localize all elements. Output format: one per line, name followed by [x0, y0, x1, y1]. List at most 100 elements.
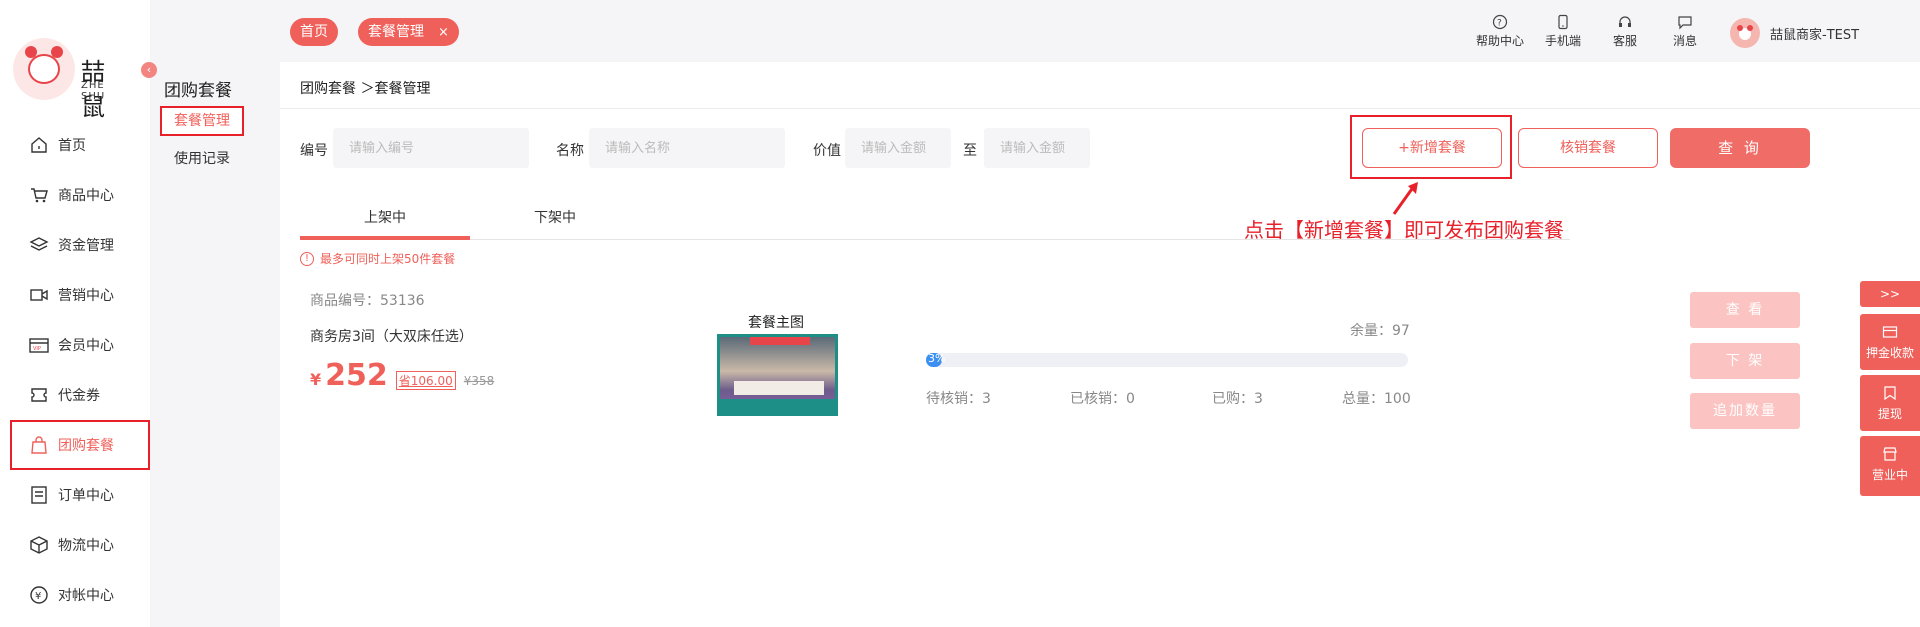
currency-symbol: ¥: [310, 370, 322, 389]
status-tabs: 上架中 下架中: [300, 198, 1570, 240]
sidebar-item-group-buy[interactable]: 团购套餐: [10, 420, 150, 470]
verified-count: 已核销：0: [1070, 391, 1135, 407]
video-icon: [28, 284, 50, 306]
deposit-collection-button[interactable]: 押金收款: [1860, 314, 1920, 370]
order-icon: [28, 484, 50, 506]
sub-sidebar: 团购套餐 套餐管理 使用记录: [150, 0, 280, 627]
tab-off-shelf[interactable]: 下架中: [470, 198, 640, 240]
sidebar-item-label: 营销中心: [58, 288, 114, 304]
headset-icon: [1619, 16, 1631, 27]
svg-text:?: ?: [1497, 19, 1502, 29]
sidebar-item-label: 订单中心: [58, 488, 114, 504]
sidebar-item-home[interactable]: 首页: [0, 120, 150, 170]
sidebar-item-label: 资金管理: [58, 238, 114, 254]
sidebar-item-orders[interactable]: 订单中心: [0, 470, 150, 520]
offshelf-button[interactable]: 下 架: [1690, 343, 1800, 379]
limit-notice: ! 最多可同时上架50件套餐: [300, 250, 455, 267]
tab-label: 首页: [300, 24, 328, 40]
sidebar-item-label: 团购套餐: [58, 438, 114, 454]
search-button[interactable]: 查 询: [1670, 128, 1810, 168]
add-package-button[interactable]: +新增套餐: [1362, 128, 1502, 168]
tool-label: 消息: [1672, 34, 1697, 48]
float-label: 提现: [1877, 407, 1902, 421]
mouse-logo-icon: [13, 38, 75, 100]
cart-icon: [28, 184, 50, 206]
sale-price: 252: [325, 358, 388, 393]
tab-label: 套餐管理: [368, 24, 424, 40]
sidebar-item-members[interactable]: VIP 会员中心: [0, 320, 150, 370]
avatar: [1730, 18, 1760, 48]
yen-icon: ¥: [28, 584, 50, 606]
verify-package-button[interactable]: 核销套餐: [1518, 128, 1658, 168]
mobile-button[interactable]: 手机端: [1538, 14, 1588, 49]
sidebar-item-marketing[interactable]: 营销中心: [0, 270, 150, 320]
tab-on-shelf[interactable]: 上架中: [300, 198, 470, 240]
sidebar-nav: 首页 商品中心 资金管理 营销中心 VIP 会员中心 代金券 团购套餐 订单中心…: [0, 120, 150, 620]
max-value-input[interactable]: [984, 128, 1090, 168]
tab-home[interactable]: 首页: [290, 18, 338, 46]
name-input[interactable]: [589, 128, 785, 168]
float-label: 营业中: [1871, 468, 1908, 482]
code-input[interactable]: [333, 128, 529, 168]
business-status-button[interactable]: 营业中: [1860, 436, 1920, 496]
top-bar: 首页 套餐管理 × ? 帮助中心 手机端 客服 消息 喆鼠商家-TEST: [280, 0, 1920, 62]
sidebar-item-label: 对帐中心: [58, 588, 114, 604]
add-quantity-button[interactable]: 追加数量: [1690, 393, 1800, 429]
main-image-label: 套餐主图: [748, 315, 804, 331]
card-icon: [1882, 326, 1898, 338]
phone-icon: [1558, 14, 1568, 30]
message-icon: [1678, 16, 1692, 30]
tab-package-management[interactable]: 套餐管理 ×: [358, 18, 459, 46]
product-code: 商品编号：53136: [310, 293, 425, 309]
sub-item-usage-records[interactable]: 使用记录: [160, 144, 244, 174]
bought-count: 已购：3: [1212, 391, 1263, 407]
sidebar-collapse-button[interactable]: ‹: [141, 62, 157, 78]
price-block: ¥ 252 省106.00 ¥358: [310, 358, 494, 393]
brand-logo: 喆鼠 ZHE SHU: [13, 38, 128, 121]
sidebar-item-logistics[interactable]: 物流中心: [0, 520, 150, 570]
total-count: 总量：100: [1342, 391, 1411, 407]
customer-service-button[interactable]: 客服: [1600, 14, 1650, 49]
sales-progress-bar: 3%: [926, 352, 1408, 367]
tool-label: 客服: [1612, 34, 1637, 48]
sidebar-item-reconciliation[interactable]: ¥ 对帐中心: [0, 570, 150, 620]
help-center-button[interactable]: ? 帮助中心: [1475, 14, 1525, 49]
float-toggle-button[interactable]: >>: [1860, 281, 1920, 307]
bag-icon: [28, 434, 50, 456]
sidebar-item-label: 商品中心: [58, 188, 114, 204]
product-thumbnail[interactable]: [717, 334, 838, 416]
sidebar-item-label: 代金券: [58, 388, 100, 404]
view-button[interactable]: 查 看: [1690, 292, 1800, 328]
coupon-icon: [28, 384, 50, 406]
tool-label: 帮助中心: [1475, 34, 1524, 48]
breadcrumb: 团购套餐 ＞套餐管理: [300, 81, 431, 97]
sidebar-item-label: 首页: [58, 138, 86, 154]
svg-text:¥: ¥: [35, 591, 41, 602]
sidebar-item-coupons[interactable]: 代金券: [0, 370, 150, 420]
sub-item-package-management[interactable]: 套餐管理: [160, 106, 244, 136]
help-icon: ?: [1492, 14, 1508, 30]
page: 喆鼠 ZHE SHU 首页 商品中心 资金管理 营销中心 VIP 会员中心 代金…: [0, 0, 1920, 627]
sidebar-item-products[interactable]: 商品中心: [0, 170, 150, 220]
alert-icon: !: [300, 251, 314, 266]
user-menu[interactable]: 喆鼠商家-TEST: [1730, 18, 1859, 48]
sidebar-item-label: 会员中心: [58, 338, 114, 354]
float-label: 押金收款: [1865, 346, 1914, 360]
svg-text:VIP: VIP: [33, 346, 41, 352]
home-icon: [28, 134, 50, 156]
box-icon: [28, 534, 50, 556]
store-icon: [1883, 447, 1897, 461]
divider: [280, 108, 1920, 109]
code-label: 编号: [300, 143, 328, 159]
min-value-input[interactable]: [845, 128, 951, 168]
close-icon[interactable]: ×: [438, 25, 449, 40]
sidebar-item-funds[interactable]: 资金管理: [0, 220, 150, 270]
pending-count: 待核销：3: [926, 391, 991, 407]
original-price: ¥358: [463, 374, 495, 388]
remaining-count: 余量：97: [1350, 323, 1410, 339]
brand-name-en: ZHE SHU: [81, 80, 106, 102]
messages-button[interactable]: 消息: [1660, 14, 1710, 49]
save-badge: 省106.00: [395, 371, 456, 390]
withdraw-button[interactable]: 提现: [1860, 375, 1920, 431]
tool-label: 手机端: [1544, 34, 1581, 48]
